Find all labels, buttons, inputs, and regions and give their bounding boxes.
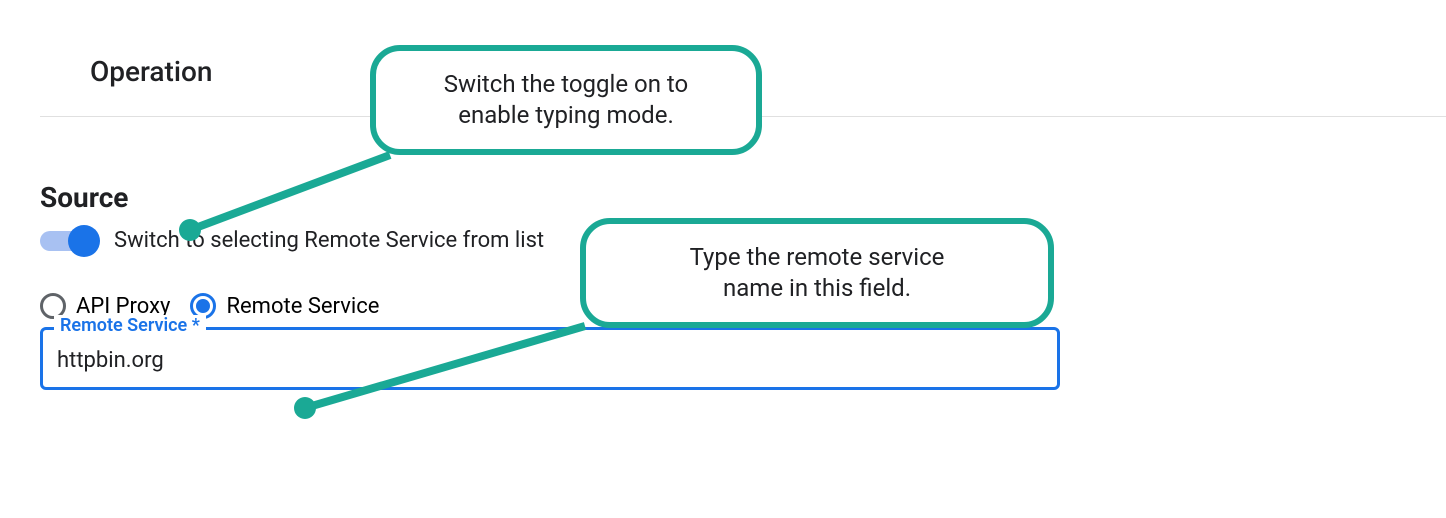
radio-remote-service-label: Remote Service [226,294,379,319]
pointer-dot-toggle [179,219,201,241]
operation-heading: Operation [90,55,1446,88]
callout-toggle-line1: Switch the toggle on to [410,69,722,100]
radio-remote-service[interactable]: Remote Service [190,293,379,319]
callout-toggle: Switch the toggle on to enable typing mo… [370,45,762,155]
source-heading: Source [40,181,1446,214]
remote-service-input[interactable] [40,327,1060,390]
typing-mode-toggle[interactable] [40,231,96,251]
callout-field: Type the remote service name in this fie… [580,218,1054,328]
remote-service-field-label: Remote Service * [54,315,206,336]
pointer-dot-field [294,397,316,419]
callout-field-line2: name in this field. [620,273,1014,304]
callout-toggle-line2: enable typing mode. [410,100,722,131]
callout-field-line1: Type the remote service [620,242,1014,273]
